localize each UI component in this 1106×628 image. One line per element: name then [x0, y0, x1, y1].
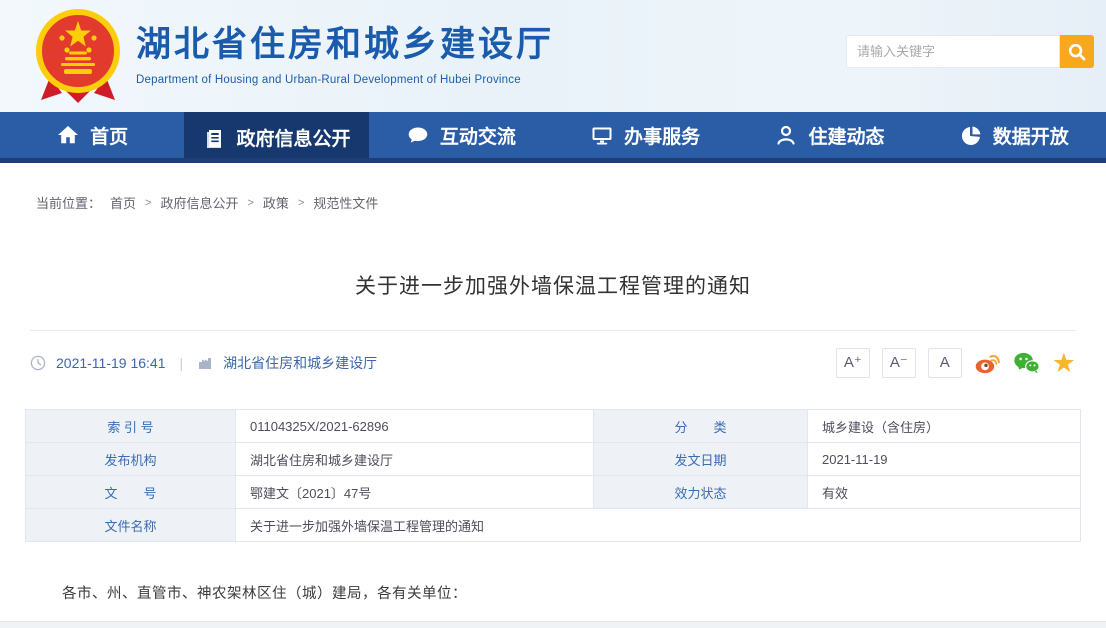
breadcrumb-label: 当前位置：	[36, 193, 101, 212]
nav-item-label: 首页	[90, 122, 128, 149]
article-title: 关于进一步加强外墙保温工程管理的通知	[0, 270, 1106, 300]
search-box	[846, 35, 1094, 68]
breadcrumb-separator: >	[298, 197, 304, 209]
nav-item-services[interactable]: 办事服务	[553, 112, 737, 158]
monitor-icon	[590, 123, 614, 147]
wechat-icon[interactable]	[1013, 350, 1040, 376]
search-input[interactable]	[846, 35, 1060, 68]
meta-value-issue-date: 2021-11-19	[808, 443, 1081, 476]
clock-icon	[30, 355, 46, 371]
meta-value-doc-number: 鄂建文〔2021〕47号	[236, 476, 594, 509]
national-emblem-logo	[34, 7, 122, 105]
meta-label-doc-title: 文件名称	[26, 509, 236, 542]
publish-time: 2021-11-19 16:41	[56, 355, 166, 371]
meta-value-validity-status: 有效	[808, 476, 1081, 509]
nav-item-label: 互动交流	[440, 122, 516, 149]
site-title: 湖北省住房和城乡建设厅	[136, 16, 554, 67]
person-icon	[774, 123, 798, 147]
table-row: 文 号 鄂建文〔2021〕47号 效力状态 有效	[26, 476, 1081, 509]
document-icon	[202, 126, 226, 150]
font-size-decrease-button[interactable]: A⁻	[882, 348, 916, 378]
nav-item-gov-info[interactable]: 政府信息公开	[184, 112, 368, 163]
meta-label-index-number: 索 引 号	[26, 410, 236, 443]
bottom-divider	[0, 621, 1106, 628]
nav-item-home[interactable]: 首页	[0, 112, 184, 158]
meta-divider: |	[180, 355, 184, 371]
nav-item-news[interactable]: 住建动态	[737, 112, 921, 158]
nav-item-label: 住建动态	[808, 122, 884, 149]
table-row: 文件名称 关于进一步加强外墙保温工程管理的通知	[26, 509, 1081, 542]
breadcrumb-item-policy[interactable]: 政策	[263, 193, 289, 212]
pie-chart-icon	[959, 123, 983, 147]
chat-icon	[406, 123, 430, 147]
meta-value-index-number: 01104325X/2021-62896	[236, 410, 594, 443]
favorite-star-icon[interactable]: ★	[1052, 350, 1076, 376]
table-row: 发布机构 湖北省住房和城乡建设厅 发文日期 2021-11-19	[26, 443, 1081, 476]
site-header: 湖北省住房和城乡建设厅 Department of Housing and Ur…	[0, 0, 1106, 112]
breadcrumb-item-normative-docs[interactable]: 规范性文件	[313, 193, 378, 212]
search-icon	[1067, 42, 1087, 62]
search-button[interactable]	[1060, 35, 1094, 68]
home-icon	[56, 123, 80, 147]
meta-label-issue-date: 发文日期	[594, 443, 808, 476]
meta-value-doc-title: 关于进一步加强外墙保温工程管理的通知	[236, 509, 1081, 542]
table-row: 索 引 号 01104325X/2021-62896 分 类 城乡建设（含住房）	[26, 410, 1081, 443]
meta-label-validity-status: 效力状态	[594, 476, 808, 509]
breadcrumb-item-gov-info[interactable]: 政府信息公开	[160, 193, 238, 212]
meta-label-doc-number: 文 号	[26, 476, 236, 509]
document-meta-table: 索 引 号 01104325X/2021-62896 分 类 城乡建设（含住房）…	[25, 409, 1081, 542]
meta-label-category: 分 类	[594, 410, 808, 443]
article-body-first-line: 各市、州、直管市、神农架林区住（城）建局，各有关单位：	[0, 582, 1106, 603]
nav-item-interaction[interactable]: 互动交流	[369, 112, 553, 158]
breadcrumb-separator: >	[247, 197, 253, 209]
weibo-icon[interactable]	[974, 350, 1001, 376]
breadcrumb-separator: >	[145, 197, 151, 209]
meta-value-issuing-agency: 湖北省住房和城乡建设厅	[236, 443, 594, 476]
organization-icon	[197, 355, 213, 371]
nav-item-label: 办事服务	[624, 122, 700, 149]
main-nav: 首页 政府信息公开 互动交流	[0, 112, 1106, 163]
article-meta-row: 2021-11-19 16:41 | 湖北省住房和城乡建设厅 A⁺ A⁻ A ★	[30, 331, 1076, 395]
font-size-increase-button[interactable]: A⁺	[836, 348, 870, 378]
nav-item-label: 政府信息公开	[236, 124, 350, 151]
meta-label-issuing-agency: 发布机构	[26, 443, 236, 476]
nav-item-label: 数据开放	[993, 122, 1069, 149]
breadcrumb-item-home[interactable]: 首页	[110, 193, 136, 212]
font-size-default-button[interactable]: A	[928, 348, 962, 378]
site-subtitle: Department of Housing and Urban-Rural De…	[136, 74, 554, 86]
breadcrumb: 当前位置： 首页 > 政府信息公开 > 政策 > 规范性文件	[0, 163, 1106, 212]
nav-item-open-data[interactable]: 数据开放	[922, 112, 1106, 158]
meta-value-category: 城乡建设（含住房）	[808, 410, 1081, 443]
article-source: 湖北省住房和城乡建设厅	[223, 353, 377, 373]
